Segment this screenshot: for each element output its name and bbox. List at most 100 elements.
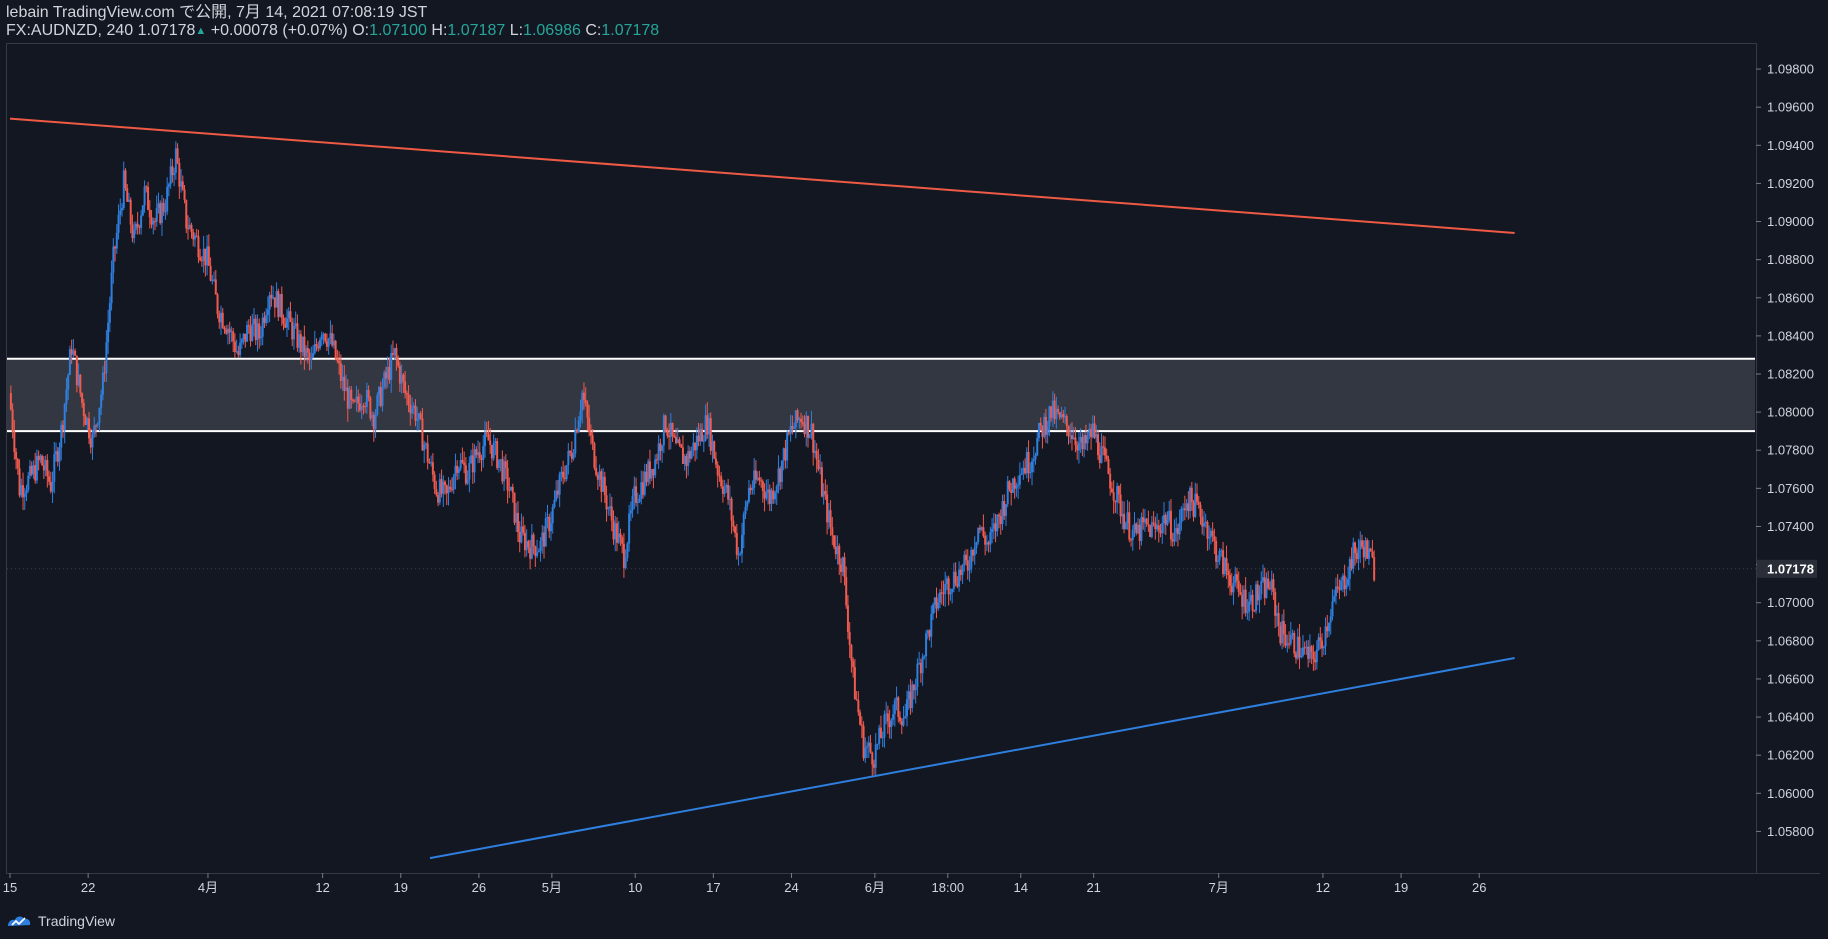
candle-body [1215,541,1218,562]
candle-body [1083,435,1086,450]
candle-body [101,372,104,395]
candle-body [405,392,408,395]
candle-body [13,431,16,452]
time-tick-label: 4月 [198,880,218,895]
candle-body [1004,504,1007,516]
candle-body [617,533,620,543]
candle-body [1230,585,1233,593]
candle-body [449,486,452,490]
candle-body [999,515,1002,525]
candle-body [671,422,674,436]
candle-body [796,410,799,421]
price-tick-label: 1.06000 [1767,786,1814,801]
candle-body [315,344,318,347]
candle-body [378,387,381,396]
candle-body [1366,540,1369,559]
candle-body [68,349,71,375]
candle-body [444,481,447,486]
candle-body [872,764,875,768]
candle-body [1074,437,1077,446]
candle-body [1321,640,1324,649]
candle-body [824,490,827,495]
candle-body [301,336,304,353]
candle-body [242,333,245,340]
candle-body [508,490,511,492]
candle-body [1161,522,1164,534]
candle-body [1079,436,1082,443]
tradingview-brand[interactable]: TradingView [6,910,115,932]
candle-body [1171,539,1174,542]
candle-body [1013,478,1016,489]
candle-body [836,545,839,555]
candle-body [754,470,757,480]
candle-body [562,471,565,478]
candle-body [1251,594,1254,611]
candle-body [1373,557,1376,581]
candle-body [331,333,334,346]
candle-body [806,415,809,438]
candle-body [1107,459,1110,474]
candle-body [471,455,474,473]
candle-body [812,423,815,453]
candle-body [591,435,594,444]
candle-body [711,441,714,451]
candle-body [457,468,460,473]
candle-body [869,742,872,753]
candle-body [325,341,328,347]
candle-body [34,465,37,481]
candle-body [772,490,775,500]
candle-body [259,336,262,339]
candle-body [952,571,955,589]
candle-body [350,389,353,400]
candle-body [777,468,780,487]
candle-body [131,224,134,239]
candle-body [384,372,387,379]
candle-body [775,486,778,493]
candle-body [801,421,804,424]
candle-body [1213,535,1216,542]
candle-body [88,418,91,439]
candle-body [1298,636,1301,658]
candle-body [1086,436,1089,444]
candle-body [1145,518,1148,524]
candle-body [605,495,608,510]
candle-body [1357,549,1360,560]
candle-body [951,588,954,593]
price-tick-label: 1.09000 [1767,214,1814,229]
time-tick-label: 10 [628,880,642,895]
candle-body [285,318,288,328]
candle-body [27,475,30,491]
price-tick-label: 1.09800 [1767,62,1814,77]
candle-body [1190,487,1193,503]
candle-body [329,333,332,339]
candle-body [376,395,379,415]
candle-body [933,597,936,605]
candle-body [675,437,678,444]
candle-body [433,474,436,490]
candle-body [187,228,190,230]
candle-body [756,477,759,480]
candle-body [827,510,830,523]
candle-body [958,569,961,587]
candle-body [1175,528,1178,533]
candle-body [622,543,625,568]
candle-body [1084,435,1087,444]
candle-body [536,552,539,557]
candle-body [381,386,384,406]
candle-body [494,441,497,444]
candle-body [364,406,367,408]
candle-body [289,311,292,322]
candle-body [154,220,157,222]
candle-body [730,498,733,521]
candle-body [447,486,450,494]
candle-body [996,514,999,532]
candle-body [180,181,183,187]
candle-body [204,248,207,266]
candle-body [1222,550,1225,575]
candle-body [157,203,160,209]
candle-body [588,417,591,433]
candle-body [1354,542,1357,553]
price-chart[interactable]: 1.05800 1.06000 1.06200 1.06400 1.06600 1.068… [0,0,1828,939]
candle-body [461,460,464,463]
candle-body [640,482,643,499]
